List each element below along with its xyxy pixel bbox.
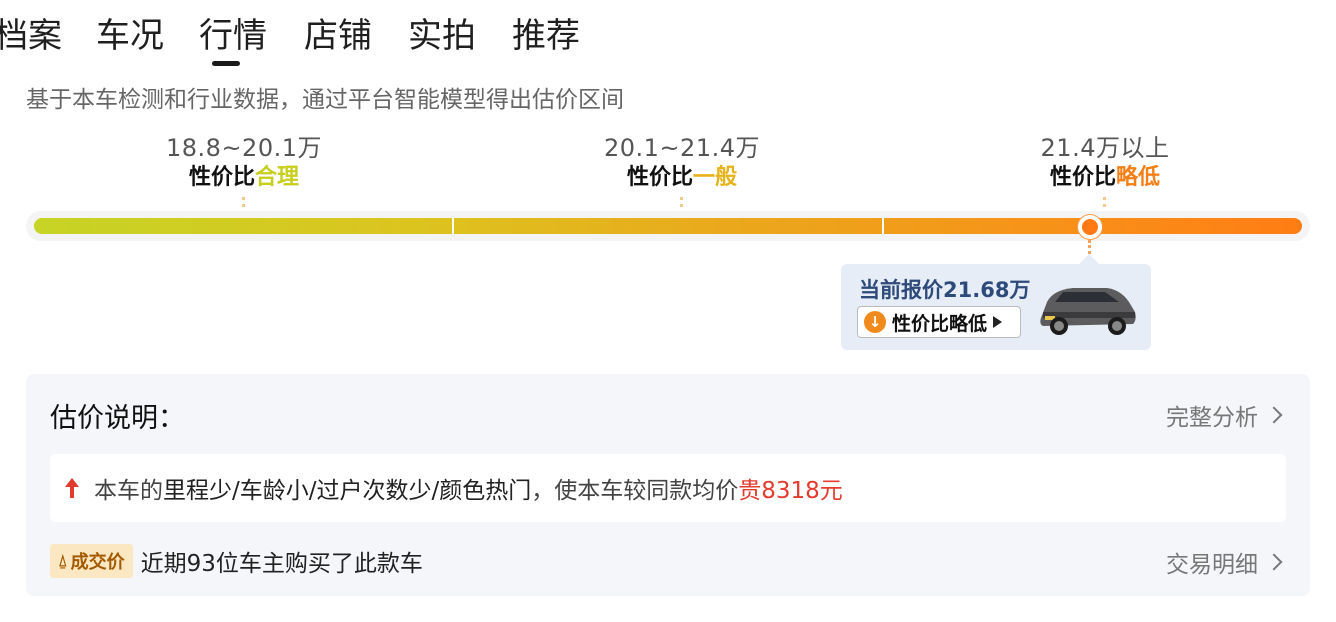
notice-middle: ，使本车较同款均价 bbox=[531, 478, 739, 504]
notice-text: 本车的里程少/车龄小/过户次数少/颜色热门，使本车较同款均价贵8318元 bbox=[94, 471, 843, 505]
page-subtitle: 基于本车检测和行业数据，通过平台智能模型得出估价区间 bbox=[26, 87, 624, 113]
scale-separator bbox=[882, 218, 884, 234]
tag-icon: ⍙ bbox=[58, 551, 68, 570]
deal-text: 近期93位车主购买了此款车 bbox=[140, 551, 423, 577]
car-thumbnail bbox=[1040, 288, 1136, 335]
verdict-label: 合理 bbox=[255, 165, 300, 190]
range-verdict: 性价比略低 bbox=[975, 163, 1235, 193]
range-tick bbox=[1102, 197, 1108, 207]
valuation-card: 估价说明： 完整分析 本车的里程少/车龄小/过户次数少/颜色热门，使本车较同款均… bbox=[26, 374, 1310, 596]
price-range-low: 21.4万以上 性价比略低 bbox=[975, 133, 1235, 207]
deal-row: ⍙ 成交价 近期93位车主购买了此款车 bbox=[50, 544, 423, 578]
deal-price-badge: ⍙ 成交价 bbox=[50, 544, 133, 578]
notice-prefix: 本车的 bbox=[94, 478, 163, 504]
range-price: 18.8~20.1万 bbox=[166, 134, 322, 162]
current-price-marker bbox=[1078, 215, 1102, 239]
chevron-right-icon bbox=[1265, 553, 1283, 571]
price-gradient bbox=[34, 218, 1302, 234]
verdict-prefix: 性价比 bbox=[1049, 165, 1116, 190]
scale-separator bbox=[452, 218, 454, 234]
price-range-reasonable: 18.8~20.1万 性价比合理 bbox=[114, 133, 374, 207]
verdict-label: 略低 bbox=[1116, 165, 1161, 190]
price-notice: 本车的里程少/车龄小/过户次数少/颜色热门，使本车较同款均价贵8318元 bbox=[50, 454, 1286, 522]
badge-label: 成交价 bbox=[70, 552, 125, 573]
tab-condition[interactable]: 车况 bbox=[96, 14, 164, 58]
transaction-detail-label: 交易明细 bbox=[1166, 552, 1258, 578]
price-range-average: 20.1~21.4万 性价比一般 bbox=[552, 133, 812, 207]
transaction-detail-link[interactable]: 交易明细 bbox=[1166, 545, 1283, 579]
range-price: 20.1~21.4万 bbox=[604, 134, 760, 162]
value-rating-label: 性价比略低 bbox=[892, 312, 988, 335]
marker-connector bbox=[1088, 240, 1091, 254]
range-tick bbox=[679, 197, 685, 207]
current-price-popup: 当前报价21.68万 ↓ 性价比略低 bbox=[841, 254, 1151, 350]
range-tick bbox=[241, 197, 247, 207]
value-rating-button[interactable]: ↓ 性价比略低 bbox=[857, 306, 1021, 338]
range-verdict: 性价比合理 bbox=[114, 163, 374, 193]
tab-store[interactable]: 店铺 bbox=[304, 14, 372, 58]
current-quote: 当前报价21.68万 bbox=[859, 278, 1031, 302]
full-analysis-label: 完整分析 bbox=[1166, 405, 1258, 431]
tab-market[interactable]: 行情 bbox=[199, 14, 267, 58]
active-tab-indicator bbox=[212, 61, 240, 66]
play-triangle-icon bbox=[993, 316, 1003, 328]
price-difference: 贵8318元 bbox=[738, 478, 843, 504]
range-price: 21.4万以上 bbox=[1040, 134, 1170, 162]
card-title: 估价说明： bbox=[50, 403, 185, 434]
tab-archive[interactable]: 档案 bbox=[0, 14, 62, 58]
tab-photos[interactable]: 实拍 bbox=[408, 14, 476, 58]
full-analysis-link[interactable]: 完整分析 bbox=[1166, 398, 1283, 432]
notice-highlights: 里程少/车龄小/过户次数少/颜色热门 bbox=[163, 478, 532, 504]
tab-recommend[interactable]: 推荐 bbox=[512, 14, 580, 58]
price-scale-bar bbox=[26, 211, 1310, 241]
verdict-prefix: 性价比 bbox=[188, 165, 255, 190]
chevron-right-icon bbox=[1265, 406, 1283, 424]
arrow-down-circle-icon: ↓ bbox=[864, 311, 886, 333]
verdict-prefix: 性价比 bbox=[626, 165, 693, 190]
arrow-up-icon bbox=[65, 478, 79, 498]
range-verdict: 性价比一般 bbox=[552, 163, 812, 193]
verdict-label: 一般 bbox=[693, 165, 738, 190]
